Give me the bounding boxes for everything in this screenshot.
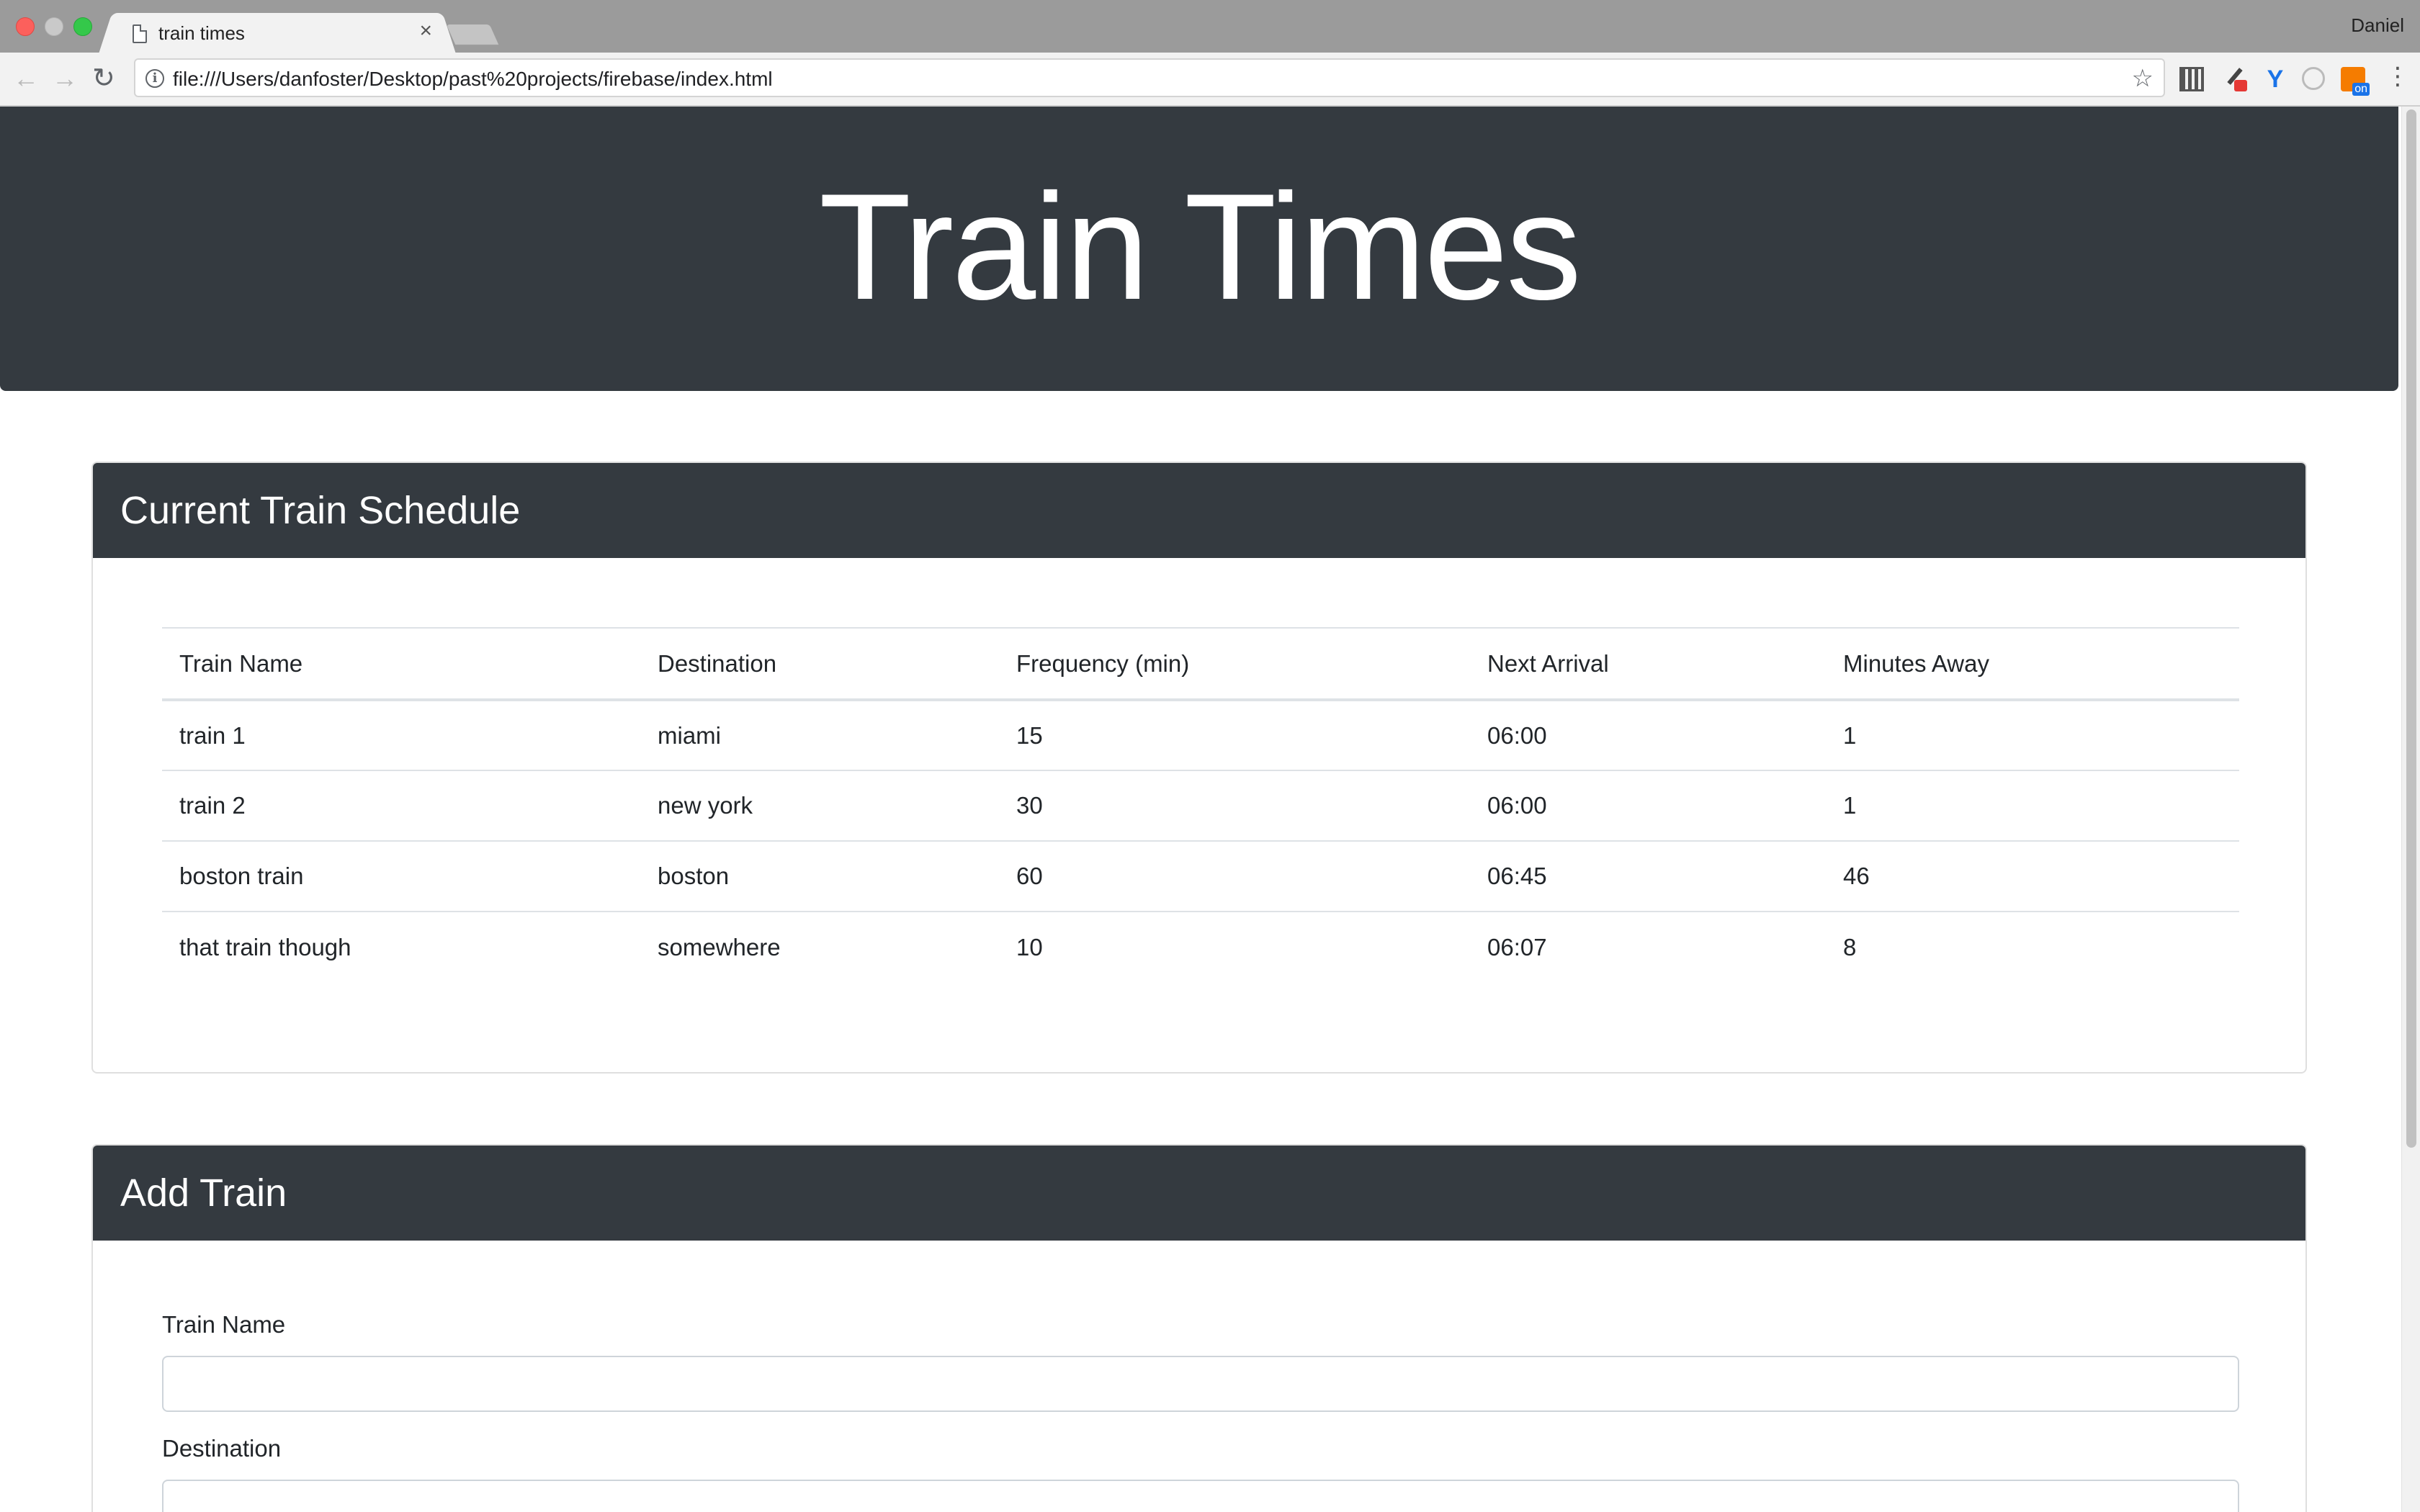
- column-header: Next Arrival: [1470, 627, 1826, 701]
- window-close-button[interactable]: [16, 17, 35, 36]
- table-row: train 1 miami 15 06:00 1: [162, 700, 2239, 771]
- window-maximize-button[interactable]: [73, 17, 92, 36]
- on-extension-icon[interactable]: [2341, 67, 2370, 96]
- table-cell: train 1: [162, 700, 640, 771]
- browser-tab-active[interactable]: train times ×: [115, 13, 439, 55]
- window-minimize-button[interactable]: [45, 17, 63, 36]
- reload-button[interactable]: ↻: [92, 64, 115, 93]
- schedule-card: Current Train Schedule Train Name Destin…: [91, 462, 2307, 1074]
- table-header-row: Train Name Destination Frequency (min) N…: [162, 627, 2239, 701]
- y-extension-icon[interactable]: Y: [2263, 67, 2287, 91]
- back-button[interactable]: ←: [13, 64, 39, 93]
- table-cell: 06:07: [1487, 933, 1547, 960]
- column-header: Train Name: [162, 627, 640, 701]
- browser-toolbar: ← → ↻ i file:///Users/danfoster/Desktop/…: [0, 53, 2420, 107]
- browser-titlebar: train times × Daniel: [0, 0, 2420, 55]
- schedule-card-header: Current Train Schedule: [93, 463, 2305, 558]
- table-row: boston train boston 60 06:45 46: [162, 841, 2239, 912]
- add-train-card-header: Add Train: [93, 1146, 2305, 1241]
- train-name-input[interactable]: [162, 1356, 2239, 1412]
- scrollbar-thumb[interactable]: [2406, 109, 2416, 1148]
- table-cell: 30: [999, 770, 1470, 842]
- forward-button[interactable]: →: [52, 64, 78, 93]
- table-cell: 06:45: [1470, 841, 1826, 912]
- table-cell: 46: [1826, 841, 2239, 912]
- page-header: Train Times: [0, 107, 2398, 391]
- page-scrollbar[interactable]: [2401, 107, 2420, 1512]
- table-cell: 10: [1016, 933, 1043, 960]
- column-header: Destination: [640, 627, 999, 701]
- add-train-card: Add Train Train Name Destination: [91, 1144, 2307, 1512]
- table-cell: 06:00: [1470, 770, 1826, 842]
- table-cell: train 2: [162, 770, 640, 842]
- table-cell: new york: [640, 770, 999, 842]
- table-row: train 2 new york 30 06:00 1: [162, 770, 2239, 842]
- address-bar[interactable]: i file:///Users/danfoster/Desktop/past%2…: [134, 58, 2165, 97]
- table-cell: 60: [999, 841, 1470, 912]
- train-name-label: Train Name: [162, 1311, 286, 1338]
- table-cell: somewhere: [658, 933, 781, 960]
- table-cell: 1: [1826, 770, 2239, 842]
- eyedropper-extension-icon[interactable]: [2223, 67, 2247, 91]
- new-tab-button[interactable]: [446, 24, 499, 45]
- browser-menu-icon[interactable]: ⋮: [2385, 64, 2410, 90]
- profile-name[interactable]: Daniel: [2351, 14, 2404, 37]
- circle-extension-icon[interactable]: [2302, 67, 2325, 90]
- tab-close-icon[interactable]: ×: [419, 19, 432, 43]
- destination-label: Destination: [162, 1435, 282, 1462]
- column-header: Minutes Away: [1826, 627, 2239, 701]
- url-text[interactable]: file:///Users/danfoster/Desktop/past%20p…: [173, 68, 773, 91]
- table-cell: 1: [1826, 700, 2239, 771]
- page-title: Train Times: [818, 162, 1582, 331]
- table-cell: 8: [1843, 933, 1857, 960]
- info-icon[interactable]: i: [145, 69, 164, 88]
- bookmark-star-icon[interactable]: ☆: [2132, 64, 2154, 93]
- page-icon: [133, 24, 147, 43]
- destination-input[interactable]: [162, 1480, 2239, 1512]
- table-cell: 15: [999, 700, 1470, 771]
- table-cell: boston train: [162, 841, 640, 912]
- schedule-table: Train Name Destination Frequency (min) N…: [162, 627, 2239, 982]
- film-extension-icon[interactable]: [2179, 67, 2204, 91]
- table-cell: boston: [640, 841, 999, 912]
- column-header: Frequency (min): [999, 627, 1470, 701]
- table-cell: that train though: [179, 933, 351, 960]
- tab-title: train times: [158, 22, 245, 44]
- table-row: that train though somewhere 10 06:07 8: [162, 912, 2239, 982]
- table-cell: miami: [640, 700, 999, 771]
- table-cell: 06:00: [1470, 700, 1826, 771]
